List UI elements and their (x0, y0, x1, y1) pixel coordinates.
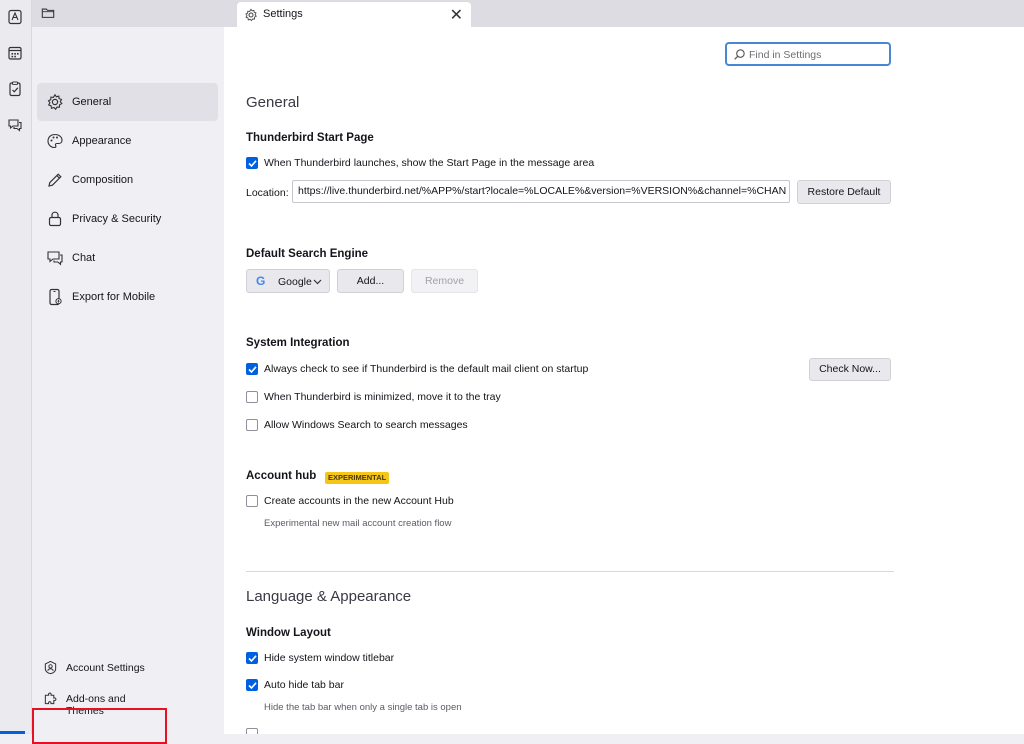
check-now-button[interactable]: Check Now... (809, 358, 891, 381)
search-engine-dropdown[interactable]: G Google (246, 269, 330, 293)
auto-hide-tabbar-checkbox-label: Auto hide tab bar (264, 679, 344, 691)
search-placeholder: Find in Settings (749, 49, 822, 61)
nav-item-addons-themes[interactable]: Add-ons and Themes (35, 688, 165, 717)
nav-label: Export for Mobile (72, 291, 156, 303)
chat-icon[interactable] (7, 117, 23, 133)
google-icon: G (256, 274, 266, 288)
folder-icon[interactable] (41, 6, 55, 20)
search-engine-value: Google (278, 276, 312, 288)
add-search-engine-button[interactable]: Add... (337, 269, 404, 293)
chat-icon (47, 251, 63, 266)
hide-titlebar-checkbox-label: Hide system window titlebar (264, 652, 395, 664)
location-input[interactable]: https://live.thunderbird.net/%APP%/start… (292, 180, 790, 203)
section-heading-general: General (246, 94, 300, 111)
account-hub-description: Experimental new mail account creation f… (264, 518, 452, 529)
minimize-tray-checkbox-label: When Thunderbird is minimized, move it t… (264, 391, 501, 403)
minimize-tray-checkbox[interactable] (246, 391, 258, 403)
gear-icon (245, 8, 257, 22)
remove-search-engine-button[interactable]: Remove (411, 269, 478, 293)
highlight-box (32, 708, 167, 744)
tab-settings[interactable]: Settings ✕ (237, 2, 471, 27)
account-hub-title: Account hub (246, 470, 317, 482)
phone-icon (49, 288, 62, 306)
calendar-icon[interactable] (7, 45, 23, 61)
nav-item-general[interactable]: General (37, 83, 218, 121)
pencil-icon (48, 173, 62, 187)
account-icon (44, 660, 57, 675)
nav-label: Chat (72, 252, 96, 264)
chevron-down-icon (313, 279, 322, 285)
default-client-checkbox-label: Always check to see if Thunderbird is th… (264, 363, 589, 375)
nav-item-account-settings[interactable]: Account Settings (35, 657, 165, 679)
account-hub-checkbox[interactable] (246, 495, 258, 507)
location-label: Location: (246, 187, 289, 199)
hide-titlebar-checkbox[interactable] (246, 652, 258, 664)
account-hub-checkbox-label: Create accounts in the new Account Hub (264, 495, 454, 507)
restore-default-button[interactable]: Restore Default (797, 180, 891, 204)
auto-hide-tabbar-checkbox[interactable] (246, 679, 258, 691)
nav-label: Composition (72, 174, 134, 186)
puzzle-icon (44, 692, 57, 705)
start-page-title: Thunderbird Start Page (246, 132, 374, 144)
spaces-toolbar (0, 0, 32, 734)
experimental-badge: EXPERIMENTAL (325, 472, 390, 484)
search-input[interactable]: Find in Settings (725, 42, 891, 66)
auto-hide-tabbar-description: Hide the tab bar when only a single tab … (264, 702, 462, 713)
search-engine-title: Default Search Engine (246, 248, 369, 260)
address-book-icon[interactable] (7, 9, 23, 25)
nav-item-export-mobile[interactable]: Export for Mobile (37, 278, 218, 316)
close-tab-icon[interactable]: ✕ (450, 5, 463, 25)
tab-title: Settings (263, 8, 303, 20)
nav-label: General (72, 96, 112, 108)
nav-label: Privacy & Security (72, 213, 162, 225)
tab-strip: Settings ✕ (32, 0, 1024, 27)
default-client-checkbox[interactable] (246, 363, 258, 375)
nav-item-privacy-security[interactable]: Privacy & Security (37, 200, 218, 238)
start-page-checkbox-label: When Thunderbird launches, show the Star… (264, 157, 595, 169)
settings-nav: General Appearance Composition Privacy &… (32, 27, 224, 744)
next-checkbox[interactable] (246, 728, 258, 734)
nav-label: Appearance (72, 135, 132, 147)
palette-icon (47, 133, 63, 149)
settings-content: Find in Settings General Thunderbird Sta… (224, 27, 1024, 734)
nav-item-appearance[interactable]: Appearance (37, 122, 218, 160)
section-divider (246, 571, 894, 572)
windows-search-checkbox[interactable] (246, 419, 258, 431)
nav-item-composition[interactable]: Composition (37, 161, 218, 199)
system-integration-title: System Integration (246, 337, 350, 349)
nav-label: Account Settings (66, 662, 145, 674)
gear-icon (47, 93, 63, 111)
start-page-checkbox[interactable] (246, 157, 258, 169)
tasks-icon[interactable] (7, 81, 23, 97)
window-layout-title: Window Layout (246, 627, 331, 639)
lock-icon (48, 211, 62, 227)
search-icon (734, 49, 745, 60)
nav-item-chat[interactable]: Chat (37, 239, 218, 277)
section-heading-language-appearance: Language & Appearance (246, 588, 412, 605)
windows-search-checkbox-label: Allow Windows Search to search messages (264, 419, 468, 431)
